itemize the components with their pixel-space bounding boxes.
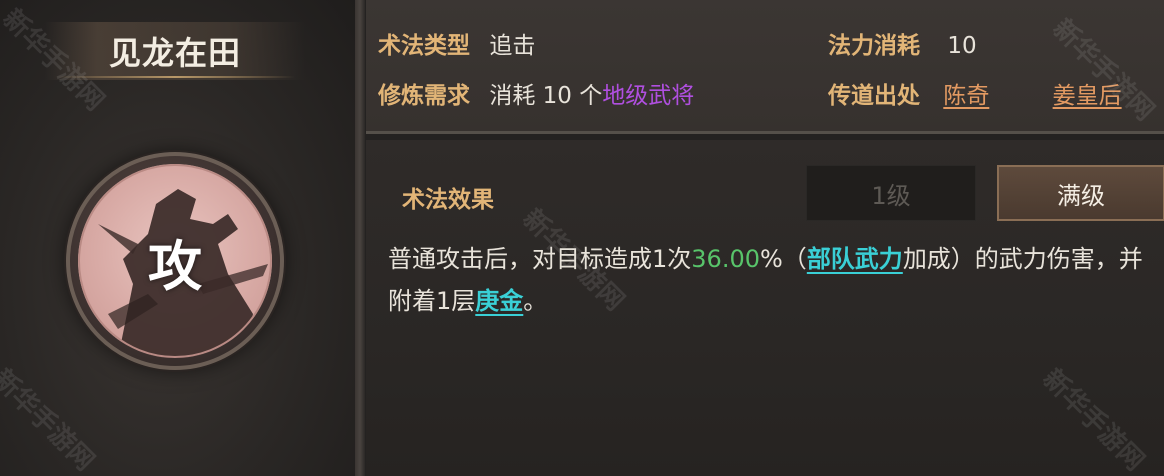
mana-cost-row: 法力消耗 10 (828, 26, 977, 60)
effect-text-part: 普通攻击后，对目标造成1次 (388, 245, 692, 273)
skill-name: 见龙在田 (108, 34, 241, 72)
status-link-gengjin[interactable]: 庚金 (475, 287, 523, 315)
skill-info-panel: 术法类型 追击 修炼需求 消耗 10 个地级武将 法力消耗 10 传道出处 陈奇… (366, 0, 1164, 134)
skill-type-label: 术法类型 (378, 33, 470, 59)
skill-icon: 攻 (66, 152, 284, 370)
level-1-button[interactable]: 1级 (806, 165, 976, 221)
source-link-chen-qi[interactable]: 陈奇 (943, 83, 989, 109)
source-row: 传道出处 陈奇 姜皇后 (828, 76, 1122, 110)
skill-effect-panel: 术法效果 1级 满级 普通攻击后，对目标造成1次36.00%（部队武力加成）的武… (366, 140, 1164, 476)
damage-percent-value: 36.00 (691, 245, 760, 273)
training-requirement-item: 地级武将 (602, 83, 695, 109)
mana-cost-label: 法力消耗 (828, 33, 920, 59)
training-requirement-prefix: 消耗 10 个 (489, 83, 603, 109)
source-link-jiang-huanghou[interactable]: 姜皇后 (1053, 83, 1122, 109)
column-divider (355, 0, 365, 476)
training-requirement-row: 修炼需求 消耗 10 个地级武将 (378, 76, 694, 110)
effect-description: 普通攻击后，对目标造成1次36.00%（部队武力加成）的武力伤害，并附着1层庚金… (388, 238, 1148, 322)
skill-icon-art: 攻 (78, 164, 272, 358)
source-label: 传道出处 (828, 83, 920, 109)
skill-type-value: 追击 (489, 33, 536, 59)
attribute-link-troop-force[interactable]: 部队武力 (807, 245, 903, 273)
attack-type-glyph: 攻 (148, 233, 202, 298)
skill-type-row: 术法类型 追击 (378, 26, 535, 60)
skill-name-plate: 见龙在田 (45, 22, 305, 80)
max-level-button[interactable]: 满级 (997, 165, 1164, 221)
mana-cost-value: 10 (947, 33, 977, 59)
skill-portrait-panel: 见龙在田 攻 (0, 0, 355, 476)
training-requirement-label: 修炼需求 (378, 83, 470, 109)
effect-text-part: 。 (523, 287, 548, 315)
effect-text-part: %（ (760, 245, 807, 273)
effect-title: 术法效果 (402, 187, 494, 213)
